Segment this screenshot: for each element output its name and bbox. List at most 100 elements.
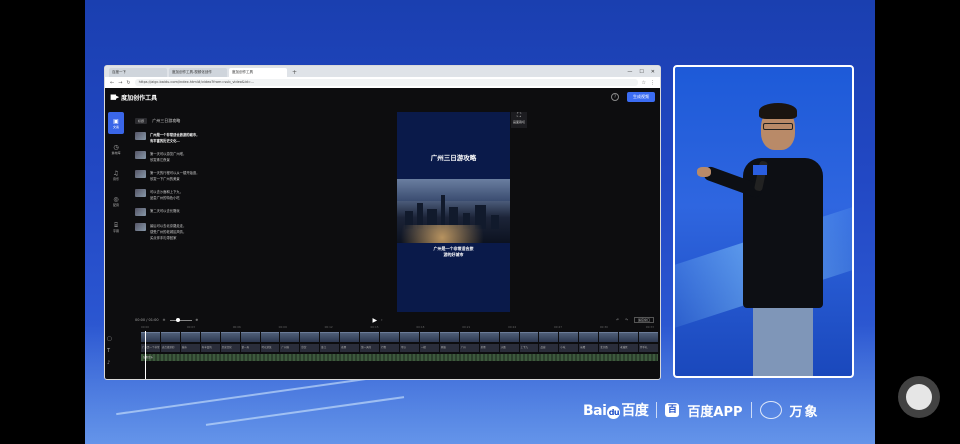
subtitle-clip[interactable]: 品尝: [539, 344, 559, 352]
rail-item-music[interactable]: ♫ 音乐: [108, 164, 124, 186]
subtitle-clip[interactable]: 第一天: [240, 344, 260, 352]
logo-icon: ■▸: [110, 93, 119, 101]
script-paragraph[interactable]: 最后可以去北京路走走， 感受广州的老城区风情， 买点伴手礼带回家: [135, 223, 227, 241]
subtitle-clip[interactable]: 广州是一个非常: [141, 344, 160, 352]
video-clip[interactable]: [479, 332, 499, 342]
subtitle-clip[interactable]: 伴手礼: [639, 344, 658, 352]
video-preview[interactable]: 广州三日游攻略 广州是一个非常适合旅 游的好城市: [397, 112, 510, 312]
video-clip[interactable]: [459, 332, 479, 342]
video-clip[interactable]: [399, 332, 419, 342]
video-clip[interactable]: [180, 332, 200, 342]
video-clip[interactable]: [539, 332, 559, 342]
script-paragraph[interactable]: 广州是一个非常适合旅游的城市， 有丰富的历史文化…: [135, 132, 227, 144]
play-icon[interactable]: ▶: [372, 317, 377, 324]
script-paragraph[interactable]: 第一天的行程可以从一楼开始逛， 欣赏一下广州的美景: [135, 170, 227, 182]
video-clip[interactable]: [579, 332, 599, 342]
subtitle-clip[interactable]: 小吃: [559, 344, 579, 352]
next-icon[interactable]: ›: [381, 318, 382, 322]
video-clip[interactable]: [619, 332, 639, 342]
zoom-out-icon[interactable]: ⊖: [163, 318, 166, 322]
video-clip[interactable]: [639, 332, 658, 342]
reload-icon[interactable]: ↻: [126, 80, 130, 86]
undo-icon[interactable]: ↶: [616, 318, 619, 322]
subtitle-clip[interactable]: 广州: [459, 344, 479, 352]
maximize-icon[interactable]: ☐: [639, 67, 643, 77]
rail-item-voice[interactable]: ◎ 配音: [108, 190, 124, 212]
audio-track[interactable]: 背景音乐: [141, 354, 658, 361]
subtitle-clip[interactable]: 老城区: [619, 344, 639, 352]
paragraph-thumbnail: [135, 189, 146, 197]
subtitle-clip[interactable]: 开始: [439, 344, 459, 352]
subtitle-clip[interactable]: 一楼: [419, 344, 439, 352]
menu-icon[interactable]: ⋮: [650, 80, 655, 86]
subtitle-clip[interactable]: 可以游览: [260, 344, 280, 352]
video-track[interactable]: [141, 332, 658, 342]
subtitle-clip[interactable]: 上下九: [519, 344, 539, 352]
subtitle-clip[interactable]: 北京路: [599, 344, 619, 352]
rail-item-subtitle[interactable]: ⌸ 字幕: [108, 216, 124, 238]
video-clip[interactable]: [559, 332, 579, 342]
video-clip[interactable]: [360, 332, 380, 342]
video-clip[interactable]: [240, 332, 260, 342]
subtitle-clip[interactable]: 有丰富的: [200, 344, 220, 352]
subtitle-clip[interactable]: 城市: [180, 344, 200, 352]
video-clip[interactable]: [320, 332, 340, 342]
crop-button[interactable]: ⛶ 画面裁切: [511, 112, 527, 128]
video-clip[interactable]: [499, 332, 519, 342]
browser-tab-active[interactable]: 度加创作工具: [229, 68, 287, 77]
help-icon[interactable]: ?: [611, 93, 619, 101]
subtitle-clip[interactable]: 欣赏: [300, 344, 320, 352]
forward-icon[interactable]: →: [118, 80, 122, 86]
video-clip[interactable]: [519, 332, 539, 342]
subtitle-clip[interactable]: 广州塔: [280, 344, 300, 352]
ruler-tick: 00:03: [186, 325, 195, 329]
minimize-icon[interactable]: —: [627, 67, 632, 77]
zoom-in-icon[interactable]: ⊕: [196, 318, 199, 322]
video-clip[interactable]: [300, 332, 320, 342]
video-clip[interactable]: [160, 332, 180, 342]
script-paragraph[interactable]: 可以去沙面和上下九， 品尝广州的特色小吃: [135, 189, 227, 201]
close-icon[interactable]: ✕: [651, 67, 655, 77]
zoom-slider[interactable]: [169, 317, 192, 322]
paragraph-text: 最后可以去北京路走走， 感受广州的老城区风情， 买点伴手礼带回家: [150, 223, 186, 241]
fit-window-button[interactable]: 适应窗口: [633, 317, 654, 323]
video-clip[interactable]: [599, 332, 619, 342]
playhead[interactable]: [145, 331, 146, 379]
video-clip[interactable]: [200, 332, 220, 342]
star-icon[interactable]: ☆: [642, 80, 646, 86]
video-clip[interactable]: [260, 332, 280, 342]
video-clip[interactable]: [340, 332, 360, 342]
export-button[interactable]: 生成视频: [627, 92, 655, 102]
rail-label: 文案: [112, 124, 119, 129]
script-paragraph[interactable]: 第二天可以去长隆玩: [135, 208, 227, 216]
floating-assistive-button[interactable]: [898, 376, 940, 418]
video-clip[interactable]: [220, 332, 240, 342]
video-clip[interactable]: [439, 332, 459, 342]
browser-tab[interactable]: 度加创作工具-视频化创作: [169, 68, 227, 77]
video-clip[interactable]: [141, 332, 160, 342]
subtitle-clip[interactable]: 适合旅游的: [160, 344, 180, 352]
subtitle-clip[interactable]: 美景: [479, 344, 499, 352]
url-field[interactable]: https://aigc.baidu.com/index.html#/video…: [134, 79, 638, 86]
redo-icon[interactable]: ↷: [625, 318, 628, 322]
rail-item-script[interactable]: ▣ 文案: [108, 112, 124, 134]
back-icon[interactable]: ←: [110, 80, 114, 86]
subtitle-clip[interactable]: 第一天的: [360, 344, 380, 352]
subtitle-clip[interactable]: 夜景: [340, 344, 360, 352]
time-ruler: 00:00 00:03 00:06 00:09 00:12 00:15 00:18 00:21…: [141, 325, 660, 332]
subtitle-clip[interactable]: 沙面: [499, 344, 519, 352]
subtitle-clip[interactable]: 历史文化: [220, 344, 240, 352]
video-clip[interactable]: [380, 332, 399, 342]
new-tab-icon[interactable]: +: [289, 68, 300, 77]
rail-item-library[interactable]: ◷ 素材库: [108, 138, 124, 160]
subtitle-clip[interactable]: 可以: [399, 344, 419, 352]
subtitle-track[interactable]: 广州是一个非常 适合旅游的 城市 有丰富的 历史文化 第一天 可以游览 广州塔 欣赏 珠江 夜景 第一…: [141, 344, 658, 352]
video-clip[interactable]: [280, 332, 300, 342]
subtitle-clip[interactable]: 珠江: [320, 344, 340, 352]
browser-tab[interactable]: 百度一下: [109, 68, 167, 77]
subtitle-clip[interactable]: 长隆: [579, 344, 599, 352]
script-paragraph[interactable]: 第一天可以游览广州塔， 欣赏珠江夜景: [135, 151, 227, 163]
subtitle-clip[interactable]: 行程: [380, 344, 399, 352]
video-clip[interactable]: [419, 332, 439, 342]
script-title[interactable]: 标题 广州三日游攻略: [135, 118, 227, 124]
